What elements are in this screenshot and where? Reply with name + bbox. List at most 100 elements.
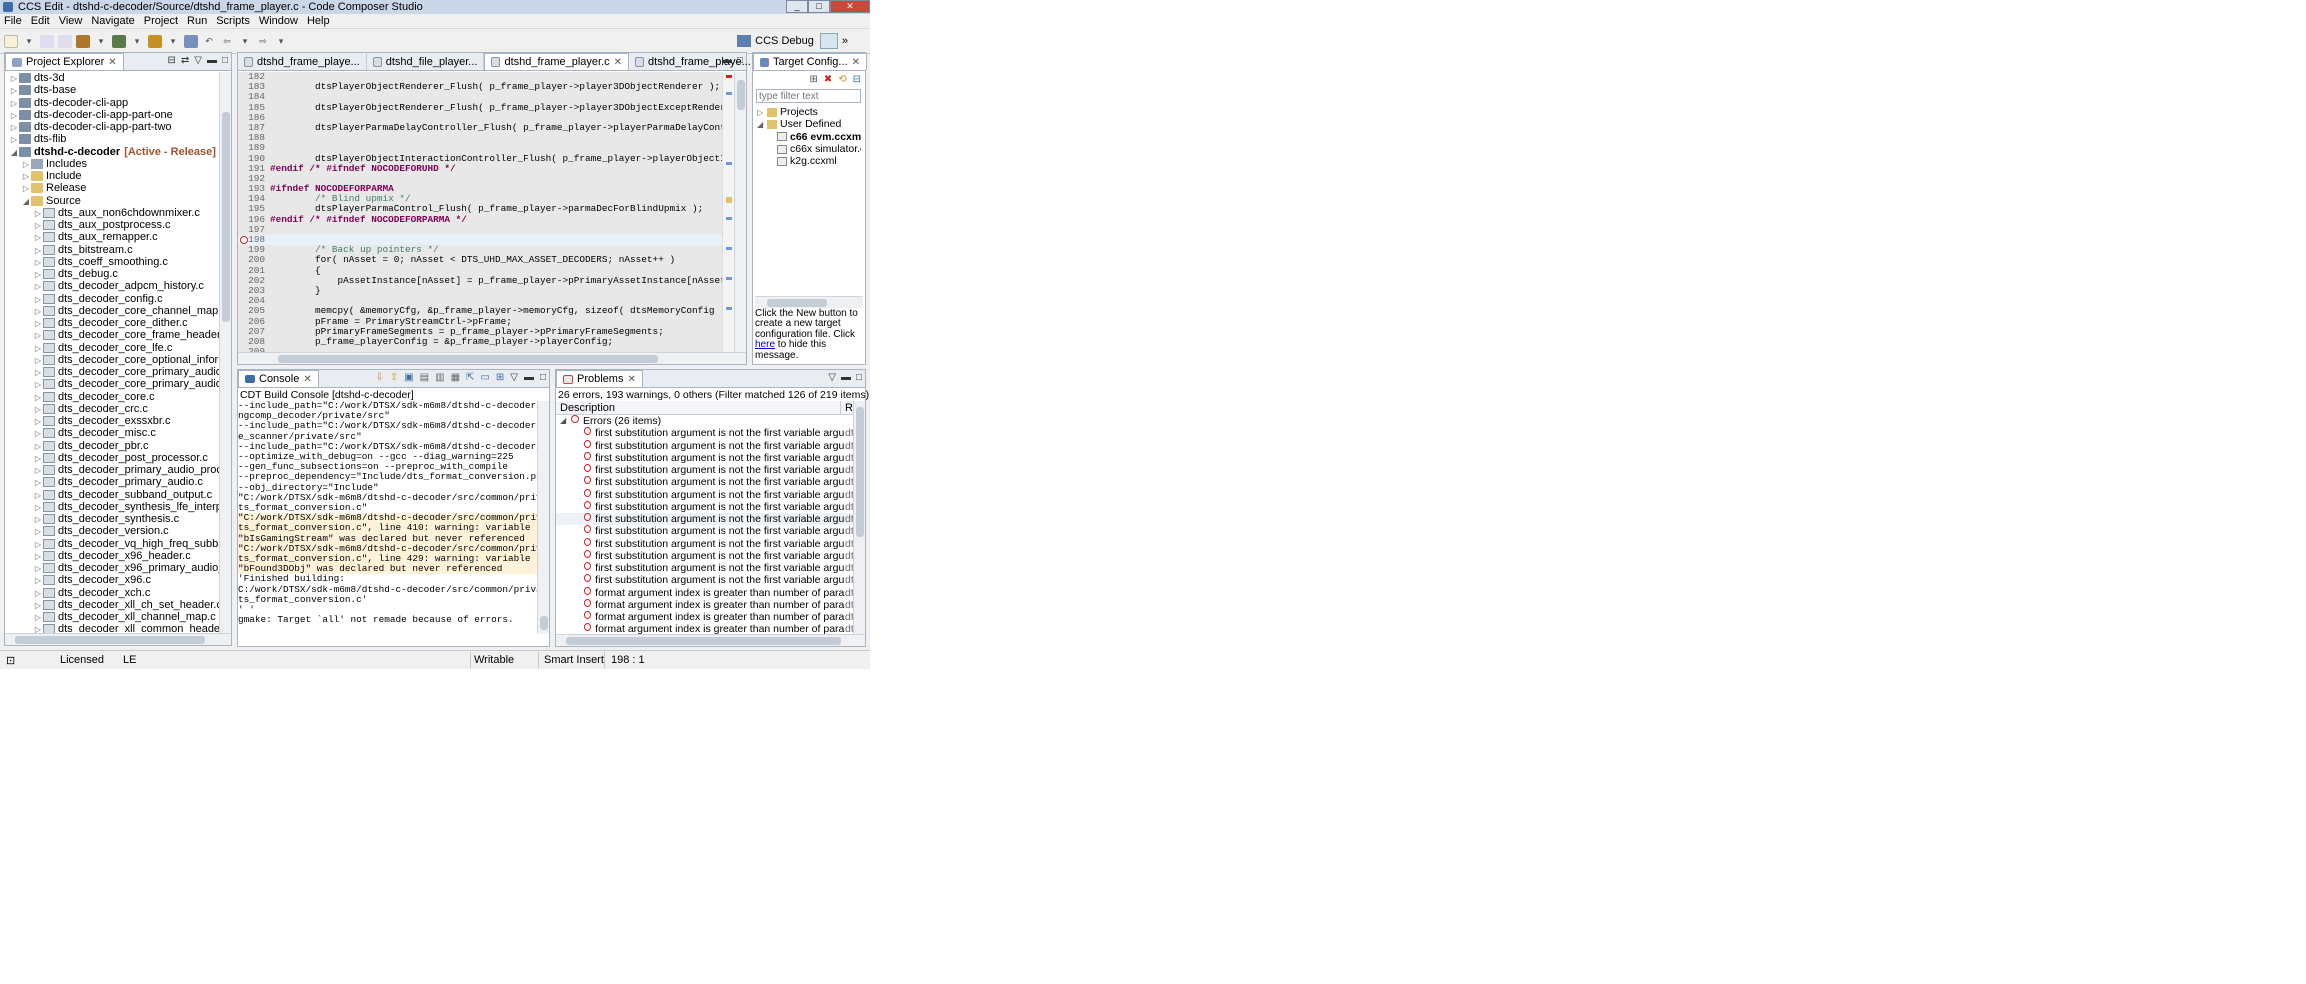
expand-icon[interactable]: ◢ — [560, 415, 568, 427]
tree-item[interactable]: ▷dts_decoder_primary_audio_processor.c — [5, 464, 219, 476]
menu-run[interactable]: Run — [187, 15, 207, 27]
scroll-thumb[interactable] — [856, 407, 864, 537]
build-dropdown-icon[interactable]: ▾ — [94, 35, 108, 48]
menu-project[interactable]: Project — [144, 15, 178, 27]
tree-item[interactable]: ▷ dts_bitstream.c — [5, 244, 219, 256]
target-tree-item[interactable]: k2g.ccxml — [757, 155, 861, 167]
new-config-icon[interactable]: ⊞ — [809, 74, 817, 85]
target-filter-input[interactable] — [756, 89, 861, 103]
menu-file[interactable]: File — [4, 15, 22, 27]
errors-group[interactable]: ◢ Errors (26 items) — [556, 415, 853, 427]
tree-item[interactable]: ▷dts_decoder_core_primary_audio_header.c — [5, 366, 219, 378]
tree-item[interactable]: ▷ dts_decoder_xll_channel_map.c — [5, 611, 219, 623]
tree-item[interactable]: ◢ Source — [5, 195, 219, 207]
minimize-button[interactable]: _ — [786, 0, 808, 13]
problem-row[interactable]: format argument index is greater than nu… — [556, 611, 853, 623]
menu-scripts[interactable]: Scripts — [216, 15, 250, 27]
save-icon[interactable] — [40, 34, 54, 48]
maximize-view-icon[interactable]: □ — [222, 55, 228, 66]
tree-item[interactable]: ▷ dts-decoder-cli-app — [5, 97, 219, 109]
tree-item[interactable]: ▷ dts_decoder_core_frame_header.c — [5, 329, 219, 341]
link-editor-icon[interactable]: ⇄ — [181, 55, 189, 66]
close-icon[interactable]: ✕ — [627, 374, 635, 385]
column-resource[interactable]: R — [841, 401, 853, 414]
debug-bug-icon[interactable] — [112, 34, 126, 48]
tree-item[interactable]: ▷ dts-decoder-cli-app-part-two — [5, 121, 219, 133]
tree-item[interactable]: ▷dts_decoder_x96_primary_audio_processor… — [5, 562, 219, 574]
error-marker[interactable] — [726, 75, 732, 78]
menu-view[interactable]: View — [59, 15, 83, 27]
tree-item[interactable]: ▷ dts_decoder_primary_audio.c — [5, 476, 219, 488]
problem-row[interactable]: format argument index is greater than nu… — [556, 623, 853, 634]
minimize-view-icon[interactable]: ▬ — [207, 55, 217, 66]
close-icon[interactable]: ✕ — [108, 57, 116, 68]
overview-ruler[interactable] — [722, 72, 734, 352]
tree-item[interactable]: ▷ dts_debug.c — [5, 268, 219, 280]
problem-row[interactable]: first substitution argument is not the f… — [556, 549, 853, 562]
target-tree-item[interactable]: ◢ User Defined — [757, 118, 861, 130]
tree-item[interactable]: ▷ Includes — [5, 158, 219, 170]
code-line[interactable]: 208 p_frame_playerConfig = &p_frame_play… — [238, 336, 734, 347]
code-line[interactable]: 183 dtsPlayerObjectRenderer_Flush( p_fra… — [238, 81, 734, 92]
problem-row[interactable]: first substitution argument is not the f… — [556, 513, 853, 526]
problem-row[interactable]: first substitution argument is not the f… — [556, 464, 853, 476]
minimize-view-icon[interactable]: ▬ — [841, 372, 851, 383]
delete-icon[interactable]: ✖ — [824, 74, 832, 85]
hide-message-link[interactable]: here — [755, 339, 775, 350]
tree-item[interactable]: ▷ dts_coeff_smoothing.c — [5, 256, 219, 268]
clear-console-icon[interactable]: ▤ — [420, 372, 429, 383]
new-console-icon[interactable]: ⇱ — [466, 372, 474, 383]
perspective-overflow-icon[interactable]: » — [842, 35, 848, 47]
problem-row[interactable]: first substitution argument is not the f… — [556, 488, 853, 501]
problem-row[interactable]: format argument index is greater than nu… — [556, 598, 853, 611]
minimize-view-icon[interactable]: ▬ — [722, 55, 732, 66]
show-console-icon[interactable]: ▥ — [435, 372, 444, 383]
marker[interactable] — [726, 92, 732, 95]
problem-row[interactable]: first substitution argument is not the f… — [556, 562, 853, 574]
collapse-all-icon[interactable]: ⊟ — [167, 55, 175, 66]
flash-icon[interactable] — [148, 34, 162, 48]
save-all-icon[interactable] — [58, 34, 72, 48]
problem-row[interactable]: first substitution argument is not the f… — [556, 537, 853, 550]
tree-item[interactable]: ▷ dts_decoder_crc.c — [5, 403, 219, 415]
marker[interactable] — [726, 217, 732, 220]
build-hammer-icon[interactable] — [76, 34, 90, 48]
problem-row[interactable]: first substitution argument is not the f… — [556, 574, 853, 586]
marker[interactable] — [726, 162, 732, 165]
code-line[interactable]: 185 dtsPlayerObjectRenderer_Flush( p_fra… — [238, 102, 734, 113]
tree-item[interactable]: ▷ dts_decoder_config.c — [5, 293, 219, 305]
editor-hscrollbar[interactable] — [238, 352, 746, 364]
problems-hscrollbar[interactable] — [556, 634, 865, 646]
tree-item[interactable]: ▷ Include — [5, 170, 219, 182]
view-menu-icon[interactable]: ▽ — [194, 55, 202, 66]
menu-help[interactable]: Help — [307, 15, 330, 27]
scroll-thumb[interactable] — [566, 637, 841, 645]
pin-icon[interactable]: ⇧ — [390, 372, 398, 383]
flash-dropdown-icon[interactable]: ▾ — [166, 35, 180, 48]
tree-item[interactable]: ▷ dts-decoder-cli-app-part-one — [5, 109, 219, 121]
editor-tab-1[interactable]: dtshd_frame_playe... — [238, 53, 367, 70]
problem-row[interactable]: format argument index is greater than nu… — [556, 586, 853, 599]
scroll-thumb[interactable] — [15, 636, 205, 644]
tree-item[interactable]: ▷ dts_decoder_exssxbr.c — [5, 415, 219, 427]
tree-item[interactable]: ◢ dtshd-c-decoder [Active - Release] — [5, 146, 219, 158]
toggle-mark-icon[interactable] — [184, 34, 198, 48]
problem-row[interactable]: first substitution argument is not the f… — [556, 427, 853, 439]
tree-item[interactable]: ▷ dts_decoder_x96.c — [5, 574, 219, 586]
tree-item[interactable]: ▷ dts-flib — [5, 133, 219, 145]
error-marker-icon[interactable] — [240, 236, 248, 244]
menu-edit[interactable]: Edit — [31, 15, 50, 27]
code-line[interactable]: 191 #endif /* #ifndef NOCODEFORUHD */ — [238, 163, 734, 174]
maximize-button[interactable]: □ — [808, 0, 830, 13]
display-console-icon[interactable]: ▭ — [480, 372, 489, 383]
close-icon[interactable]: ✕ — [614, 57, 622, 68]
code-line[interactable]: 188 — [238, 132, 734, 143]
fast-view-icon[interactable]: ⊡ — [6, 654, 15, 667]
menu-navigate[interactable]: Navigate — [91, 15, 134, 27]
code-line[interactable]: 203 } — [238, 285, 734, 296]
marker[interactable] — [726, 247, 732, 250]
code-editor[interactable]: 182 183 dtsPlayerObjectRenderer_Flush( p_… — [238, 72, 734, 352]
problems-vscrollbar[interactable] — [853, 401, 865, 634]
tree-item[interactable]: ▷ dts_decoder_xll_ch_set_header.c — [5, 599, 219, 611]
close-window-button[interactable]: ✕ — [830, 0, 870, 13]
